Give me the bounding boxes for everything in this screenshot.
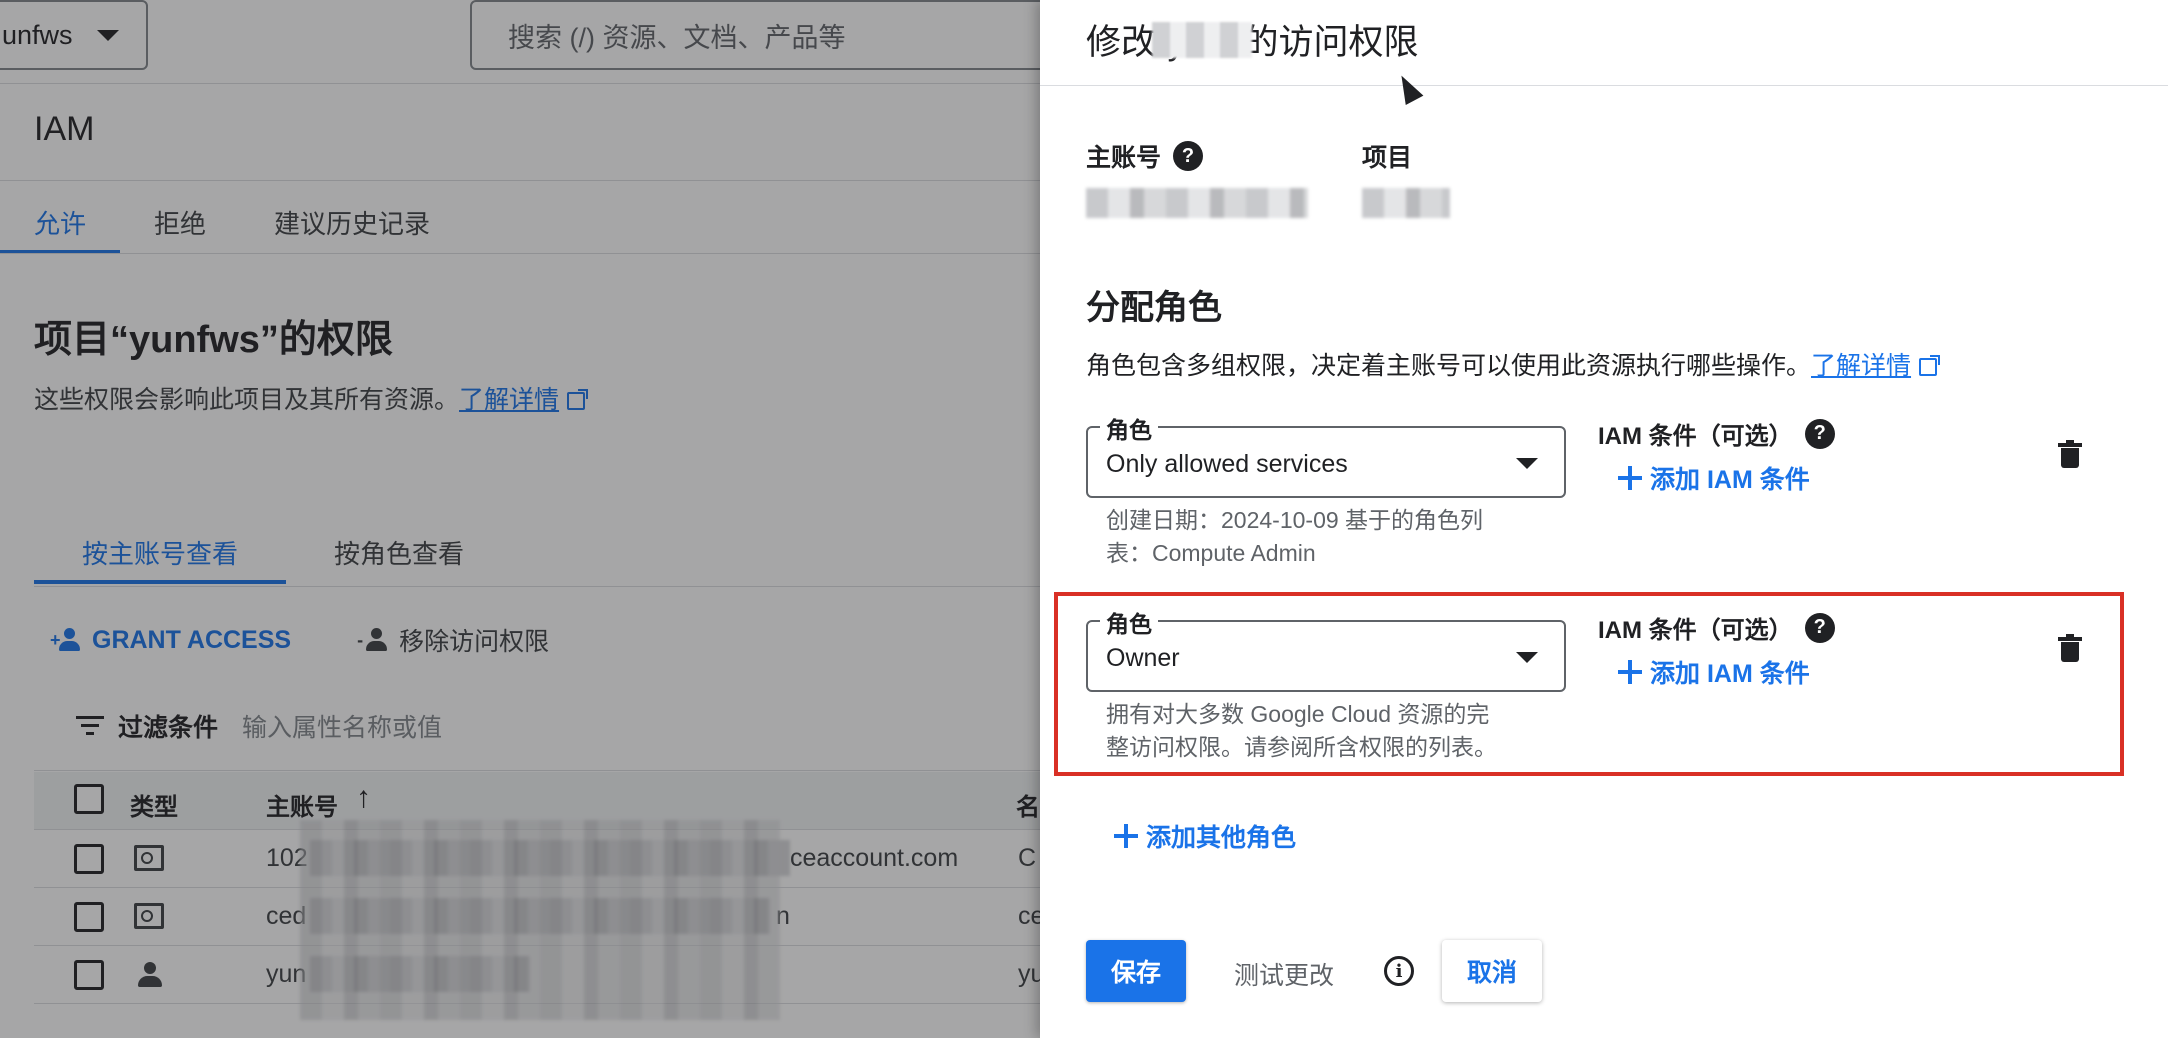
chevron-down-icon — [1516, 458, 1538, 469]
iam-condition-label-1: IAM 条件（可选） ? — [1598, 416, 1835, 451]
plus-icon — [1618, 660, 1642, 684]
panel-header: 修改“yu s”的访问权限 — [1040, 0, 2168, 86]
add-iam-condition-button-2[interactable]: 添加 IAM 条件 — [1618, 654, 1810, 690]
role-value: Only allowed services — [1106, 450, 1348, 478]
assign-roles-description: 角色包含多组权限，决定着主账号可以使用此资源执行哪些操作。了解详情 — [1086, 346, 1941, 382]
plus-icon — [1114, 824, 1138, 848]
delete-role-icon[interactable] — [2058, 634, 2082, 662]
role-value: Owner — [1106, 644, 1180, 672]
redacted-principal — [1086, 188, 1308, 218]
edit-access-panel: 修改“yu s”的访问权限 主账号 ? 项目 分配角色 角色包含多组权限，决定着… — [1040, 0, 2168, 1038]
cancel-button[interactable]: 取消 — [1442, 940, 1542, 1002]
assign-roles-title: 分配角色 — [1086, 289, 1222, 327]
delete-role-icon[interactable] — [2058, 440, 2082, 468]
redacted-project — [1362, 188, 1450, 218]
role-select-1[interactable]: 角色 Only allowed services — [1086, 411, 1566, 498]
role-help-text-2: 拥有对大多数 Google Cloud 资源的完 整访问权限。请参阅所含权限的列… — [1106, 701, 1497, 760]
plus-icon — [1618, 466, 1642, 490]
role-select-2[interactable]: 角色 Owner — [1086, 605, 1566, 692]
help-icon[interactable]: ? — [1804, 612, 1835, 643]
principal-label: 主账号 ? — [1086, 138, 1204, 174]
test-changes-button[interactable]: 测试更改 — [1234, 956, 1334, 992]
panel-title: 修改“yu s”的访问权限 — [1086, 23, 1419, 62]
help-icon[interactable]: ? — [1804, 418, 1835, 449]
modal-scrim[interactable] — [0, 0, 1040, 1038]
iam-condition-label-2: IAM 条件（可选） ? — [1598, 610, 1835, 645]
role-field-label: 角色 — [1100, 605, 1158, 639]
add-another-role-button[interactable]: 添加其他角色 — [1114, 818, 1296, 854]
learn-more-link[interactable]: 了解详情 — [1811, 352, 1911, 380]
add-iam-condition-button-1[interactable]: 添加 IAM 条件 — [1618, 460, 1810, 496]
redacted-text — [1152, 22, 1252, 58]
project-label: 项目 — [1362, 144, 1413, 172]
help-icon[interactable]: ? — [1173, 141, 1204, 171]
save-button[interactable]: 保存 — [1086, 940, 1186, 1002]
chevron-down-icon — [1516, 652, 1538, 663]
role-help-text-1: 创建日期：2024-10-09 基于的角色列 表：Compute Admin — [1106, 507, 1484, 566]
role-field-label: 角色 — [1100, 411, 1158, 445]
info-icon[interactable]: i — [1384, 956, 1414, 986]
external-link-icon — [1919, 355, 1941, 376]
